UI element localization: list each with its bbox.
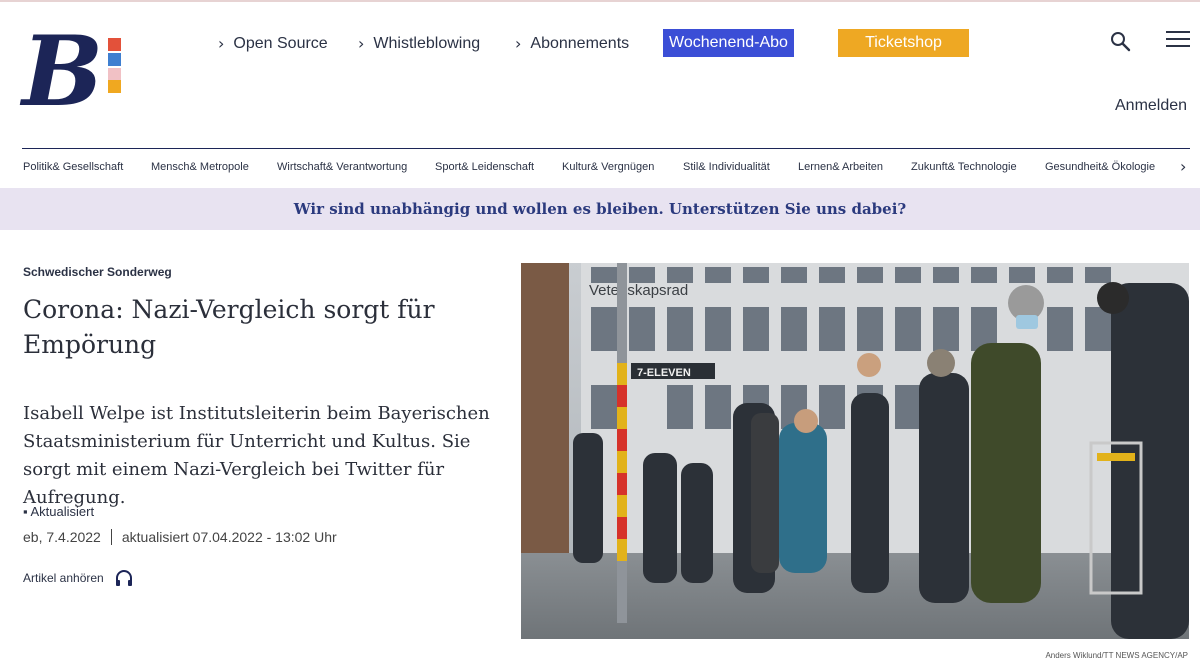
category-gesundheit[interactable]: Gesundheit& Ökologie xyxy=(1045,161,1155,173)
article-kicker: Schwedischer Sonderweg xyxy=(23,265,172,279)
category-zukunft[interactable]: Zukunft& Technologie xyxy=(911,161,1017,173)
wochenend-abo-button[interactable]: Wochenend-Abo xyxy=(663,29,794,57)
chevron-right-icon[interactable]: › xyxy=(1180,157,1186,176)
logo-square-yellow xyxy=(108,80,121,93)
logo-square-red xyxy=(108,38,121,51)
article-photo[interactable]: Vetenskapsrad 7-ELEVEN xyxy=(521,263,1189,639)
chevron-right-icon: › xyxy=(515,34,522,53)
svg-text:Vetenskapsrad: Vetenskapsrad xyxy=(589,282,688,299)
category-wirtschaft[interactable]: Wirtschaft& Verantwortung xyxy=(277,161,407,173)
listen-article-button[interactable]: Artikel anhören xyxy=(23,568,134,588)
photo-illustration: Vetenskapsrad 7-ELEVEN xyxy=(521,263,1189,639)
audio-label: Artikel anhören xyxy=(23,571,104,585)
ticketshop-button[interactable]: Ticketshop xyxy=(838,29,969,57)
logo-square-blue xyxy=(108,53,121,66)
byline-date: eb, 7.4.2022 xyxy=(23,529,101,545)
chevron-right-icon: › xyxy=(218,34,225,53)
headphones-icon xyxy=(115,570,132,586)
top-accent-line xyxy=(0,0,1200,2)
category-stil[interactable]: Stil& Individualität xyxy=(683,161,770,173)
svg-text:7-ELEVEN: 7-ELEVEN xyxy=(637,367,691,379)
nav-link-label: Open Source xyxy=(233,34,328,52)
chevron-right-icon: › xyxy=(358,34,365,53)
nav-link-abonnements[interactable]: › Abonnements xyxy=(515,34,629,53)
article-headline: Corona: Nazi-Vergleich sorgt für Empörun… xyxy=(23,295,435,359)
category-kultur[interactable]: Kultur& Vergnügen xyxy=(562,161,654,173)
wochenend-abo-label: Wochenend-Abo xyxy=(669,34,788,51)
nav-link-label: Abonnements xyxy=(530,34,630,52)
category-lernen[interactable]: Lernen& Arbeiten xyxy=(798,161,883,173)
nav-link-whistleblowing[interactable]: › Whistleblowing xyxy=(358,34,480,53)
updated-toggle[interactable]: ▪ Aktualisiert xyxy=(23,504,94,519)
site-logo[interactable]: B xyxy=(22,24,122,122)
photo-credit: Anders Wiklund/TT NEWS AGENCY/AP xyxy=(1045,651,1188,660)
category-politik[interactable]: Politik& Gesellschaft xyxy=(23,161,123,173)
ticketshop-label: Ticketshop xyxy=(865,34,942,51)
menu-icon[interactable] xyxy=(1166,31,1190,47)
nav-link-label: Whistleblowing xyxy=(373,34,481,52)
category-sport[interactable]: Sport& Leidenschaft xyxy=(435,161,534,173)
category-mensch[interactable]: Mensch& Metropole xyxy=(151,161,249,173)
support-banner-text: Wir sind unabhängig und wollen es bleibe… xyxy=(293,200,907,218)
article-lead: Isabell Welpe ist Institutsleiterin beim… xyxy=(23,403,490,508)
nav-link-open-source[interactable]: › Open Source xyxy=(218,34,328,53)
header-divider xyxy=(22,148,1190,149)
logo-letter: B xyxy=(22,15,104,128)
login-link[interactable]: Anmelden xyxy=(1115,97,1187,115)
meta-separator xyxy=(110,529,112,545)
search-icon[interactable] xyxy=(1110,31,1132,53)
support-banner[interactable]: Wir sind unabhängig und wollen es bleibe… xyxy=(0,188,1200,230)
article-meta: eb, 7.4.2022 aktualisiert 07.04.2022 - 1… xyxy=(23,529,337,545)
updated-date: aktualisiert 07.04.2022 - 13:02 Uhr xyxy=(121,529,337,545)
